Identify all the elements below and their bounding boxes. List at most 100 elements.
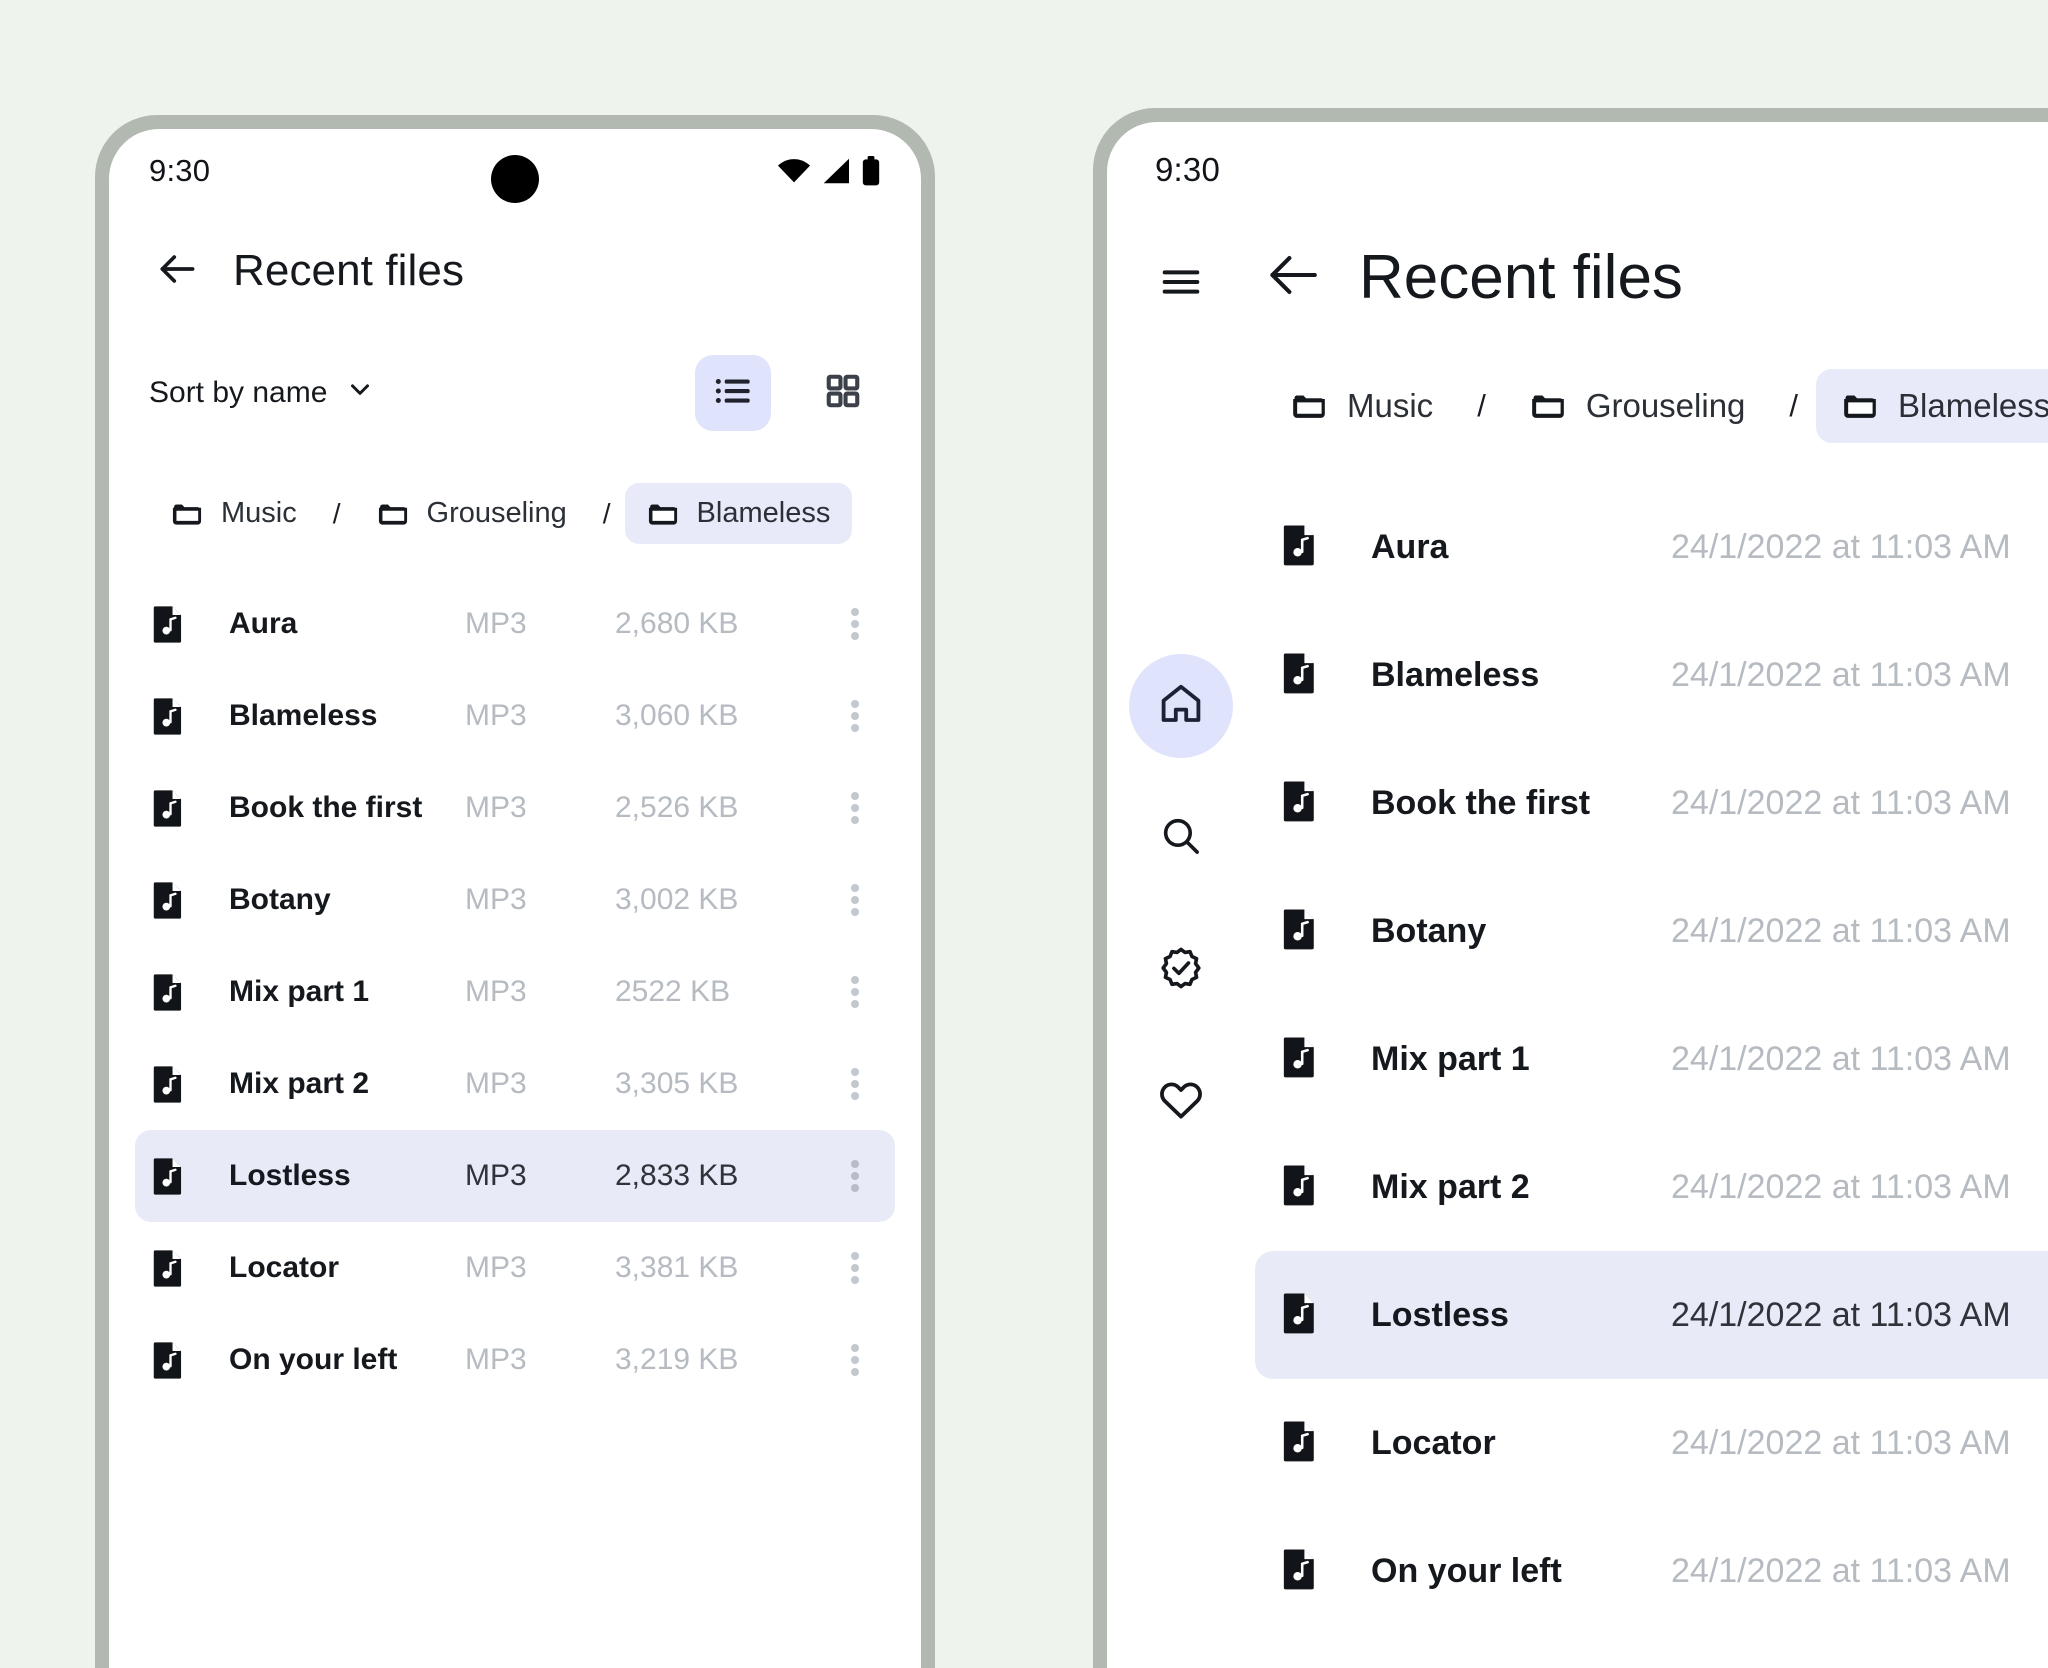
file-name: Locator: [229, 1251, 340, 1284]
breadcrumb-item-label: Grouseling: [1585, 387, 1746, 424]
table-row[interactable]: Locator 24/1/2022 at 11:03 AM: [1255, 1379, 2048, 1507]
table-row[interactable]: Mix part 2 24/1/2022 at 11:03 AM: [1255, 1123, 2048, 1251]
table-row[interactable]: Book the first MP3 2,526 KB: [135, 762, 895, 854]
file-size: 3,219 KB: [615, 1343, 739, 1376]
table-row[interactable]: Botany MP3 3,002 KB: [135, 854, 895, 946]
table-row[interactable]: Locator MP3 3,381 KB: [135, 1222, 895, 1314]
tablet-status-bar: 9:30: [1107, 122, 2048, 218]
more-vertical-icon[interactable]: [833, 604, 877, 644]
file-name: Blameless: [1371, 655, 1540, 694]
more-vertical-icon[interactable]: [833, 788, 877, 828]
heart-icon: [1157, 1076, 1205, 1129]
status-time: 9:30: [1155, 151, 1221, 188]
table-row[interactable]: Aura 24/1/2022 at 11:03 AM: [1255, 483, 2048, 611]
table-row[interactable]: Blameless 24/1/2022 at 11:03 AM: [1255, 611, 2048, 739]
file-name: Locator: [1371, 1423, 1496, 1462]
list-view-icon: [713, 371, 753, 416]
breadcrumb-separator: /: [1789, 388, 1799, 423]
file-name: Lostless: [1371, 1295, 1509, 1334]
tablet-body: Recent files Music / Grouseling / Blameless …: [1107, 218, 2048, 1668]
sort-by-dropdown[interactable]: Sort by name: [149, 374, 375, 412]
phone-status-bar: 9:30: [109, 129, 921, 213]
verified-icon: [1158, 945, 1204, 996]
file-type: MP3: [465, 791, 527, 824]
file-name: On your left: [229, 1343, 398, 1376]
table-row[interactable]: Botany 24/1/2022 at 11:03 AM: [1255, 867, 2048, 995]
breadcrumb-item-music[interactable]: Music: [1265, 369, 1459, 443]
more-vertical-icon[interactable]: [833, 972, 877, 1012]
file-size: 3,381 KB: [615, 1251, 739, 1284]
file-size: 2,526 KB: [615, 791, 739, 824]
breadcrumb-item-blameless[interactable]: Blameless: [624, 483, 853, 544]
breadcrumb-item-label: Blameless: [696, 497, 831, 529]
file-name: Book the first: [229, 791, 423, 824]
table-row[interactable]: Lostless 24/1/2022 at 11:03 AM: [1255, 1251, 2048, 1379]
table-row[interactable]: Lostless MP3 2,833 KB: [135, 1130, 895, 1222]
breadcrumb-item-grouseling[interactable]: Grouseling: [355, 483, 589, 544]
file-modified-date: 24/1/2022 at 11:03 AM: [1671, 783, 2011, 822]
battery-icon: [861, 156, 881, 186]
file-modified-date: 24/1/2022 at 11:03 AM: [1671, 655, 2011, 694]
audio-file-icon: [1283, 1163, 1331, 1212]
page-title: Recent files: [233, 246, 465, 295]
wifi-icon: [777, 158, 811, 184]
audio-file-icon: [153, 1156, 197, 1196]
audio-file-icon: [1283, 523, 1331, 572]
phone-device-frame: 9:30 Recent files Sort by name Music / G…: [95, 115, 935, 1668]
breadcrumb-item-music[interactable]: Music: [149, 483, 319, 544]
screenshot-canvas: 9:30 Recent files Sort by name Music / G…: [0, 0, 2048, 1668]
table-row[interactable]: Mix part 2 MP3 3,305 KB: [135, 1038, 895, 1130]
more-vertical-icon[interactable]: [833, 1156, 877, 1196]
grid-view-button[interactable]: [805, 355, 881, 431]
file-name: Book the first: [1371, 783, 1591, 822]
list-view-button[interactable]: [695, 355, 771, 431]
search-icon: [1158, 813, 1204, 864]
file-type: MP3: [465, 607, 527, 640]
arrow-left-icon: [155, 247, 199, 296]
phone-file-list: Aura MP3 2,680 KB Blameless MP3 3,060 KB Book …: [109, 544, 921, 1406]
more-vertical-icon[interactable]: [833, 696, 877, 736]
breadcrumb: Music / Grouseling / Blameless: [109, 431, 921, 544]
audio-file-icon: [153, 604, 197, 644]
file-type: MP3: [465, 883, 527, 916]
table-row[interactable]: Mix part 1 24/1/2022 at 11:03 AM: [1255, 995, 2048, 1123]
folder-icon: [1530, 388, 1566, 424]
rail-item-home[interactable]: [1129, 654, 1233, 758]
breadcrumb-item-blameless[interactable]: Blameless: [1816, 369, 2048, 443]
more-vertical-icon[interactable]: [833, 1340, 877, 1380]
more-vertical-icon[interactable]: [833, 1248, 877, 1288]
breadcrumb-item-label: Blameless: [1898, 387, 2048, 424]
file-name: Aura: [1371, 527, 1449, 566]
rail-item-favorites[interactable]: [1129, 1050, 1233, 1154]
table-row[interactable]: On your left MP3 3,219 KB: [135, 1314, 895, 1406]
table-row[interactable]: Aura MP3 2,680 KB: [135, 578, 895, 670]
audio-file-icon: [1283, 1035, 1331, 1084]
rail-item-search[interactable]: [1129, 786, 1233, 890]
cellular-signal-icon: [821, 158, 851, 184]
table-row[interactable]: On your left 24/1/2022 at 11:03 AM: [1255, 1507, 2048, 1635]
sort-by-label: Sort by name: [149, 376, 328, 409]
table-row[interactable]: Blameless MP3 3,060 KB: [135, 670, 895, 762]
breadcrumb-item-grouseling[interactable]: Grouseling: [1504, 369, 1772, 443]
breadcrumb-separator: /: [332, 497, 341, 529]
breadcrumb: Music / Grouseling / Blameless: [1255, 369, 2048, 443]
grid-view-icon: [824, 372, 862, 415]
file-name: Mix part 1: [229, 975, 370, 1008]
back-button[interactable]: [1265, 250, 1321, 306]
table-row[interactable]: Mix part 1 MP3 2522 KB: [135, 946, 895, 1038]
rail-item-verified[interactable]: [1129, 918, 1233, 1022]
breadcrumb-separator: /: [602, 497, 611, 529]
tablet-app-bar: Recent files: [1255, 242, 2048, 313]
menu-button[interactable]: [1145, 248, 1217, 320]
more-vertical-icon[interactable]: [833, 880, 877, 920]
phone-controls-row: Sort by name: [109, 299, 921, 431]
more-vertical-icon[interactable]: [833, 1064, 877, 1104]
file-type: MP3: [465, 1343, 527, 1376]
breadcrumb-item-label: Grouseling: [426, 497, 567, 529]
table-row[interactable]: Book the first 24/1/2022 at 11:03 AM: [1255, 739, 2048, 867]
file-name: On your left: [1371, 1551, 1562, 1590]
file-modified-date: 24/1/2022 at 11:03 AM: [1671, 911, 2011, 950]
home-icon: [1157, 680, 1205, 733]
audio-file-icon: [153, 972, 197, 1012]
back-button[interactable]: [149, 243, 205, 299]
